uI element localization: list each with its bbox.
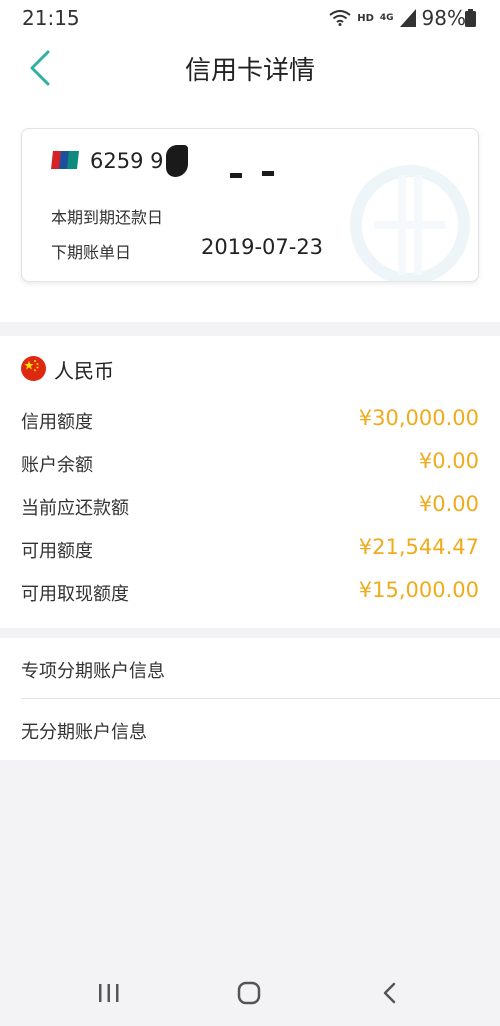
status-indicators: HD 4G 98% (329, 6, 466, 30)
network-label: 4G (379, 12, 394, 23)
battery-percent: 98% (421, 6, 466, 30)
account-balance-label: 账户余额 (21, 455, 93, 476)
hd-label: HD (357, 12, 374, 24)
status-bar: 21:15 HD 4G 98% (0, 0, 500, 36)
bill-date-value: 2019-07-23 (201, 235, 324, 259)
recent-apps-button[interactable] (89, 978, 129, 1008)
no-installment-label: 无分期账户信息 (21, 722, 147, 743)
special-installment-item[interactable]: 专项分期账户信息 (0, 638, 500, 698)
home-button[interactable] (229, 978, 269, 1008)
page-title: 信用卡详情 (184, 56, 315, 86)
available-credit-row: 可用额度 ¥21,544.47 (0, 529, 500, 569)
top-area: 21:15 HD 4G 98% 信用卡详情 6259 9 本期到期还款日 下期账… (0, 0, 500, 322)
cash-advance-limit-label: 可用取现额度 (21, 584, 129, 605)
available-credit-label: 可用额度 (21, 541, 93, 562)
currency-name: 人民币 (54, 359, 114, 383)
redaction-mark (262, 171, 274, 176)
credit-limit-value: ¥30,000.00 (358, 406, 479, 430)
account-balance-row: 账户余额 ¥0.00 (0, 443, 500, 483)
credit-limit-row: 信用额度 ¥30,000.00 (0, 400, 500, 440)
amount-due-value: ¥0.00 (418, 492, 479, 516)
redaction-mark (166, 145, 188, 177)
navigation-bar (0, 960, 500, 1026)
back-icon (383, 982, 396, 1004)
account-balance-value: ¥0.00 (418, 449, 479, 473)
currency-section: 人民币 信用额度 ¥30,000.00 账户余额 ¥0.00 当前应还款额 ¥0… (0, 336, 500, 628)
card-number: 6259 9 (90, 149, 164, 173)
recent-apps-icon (99, 984, 119, 1002)
credit-limit-label: 信用额度 (21, 412, 93, 433)
signal-icon (399, 9, 416, 27)
available-credit-value: ¥21,544.47 (358, 535, 479, 559)
battery-icon (465, 9, 476, 27)
china-flag-icon (21, 356, 46, 381)
cash-advance-limit-value: ¥15,000.00 (358, 578, 479, 602)
unionpay-logo (51, 151, 79, 169)
wifi-icon (329, 10, 351, 26)
home-icon (237, 981, 261, 1005)
credit-card-panel: 6259 9 本期到期还款日 下期账单日 2019-07-23 (21, 128, 479, 282)
system-back-button[interactable] (369, 978, 409, 1008)
installment-section: 专项分期账户信息 无分期账户信息 (0, 638, 500, 760)
redaction-mark (230, 173, 242, 178)
due-date-label: 本期到期还款日 (51, 208, 164, 227)
no-installment-item[interactable]: 无分期账户信息 (0, 699, 500, 759)
amount-due-row: 当前应还款额 ¥0.00 (0, 486, 500, 526)
bill-date-label: 下期账单日 (51, 243, 132, 262)
bank-watermark-icon (350, 165, 470, 281)
title-bar: 信用卡详情 (0, 36, 500, 100)
status-time: 21:15 (22, 6, 80, 30)
cash-advance-limit-row: 可用取现额度 ¥15,000.00 (0, 572, 500, 612)
special-installment-label: 专项分期账户信息 (21, 661, 165, 682)
amount-due-label: 当前应还款额 (21, 498, 129, 519)
